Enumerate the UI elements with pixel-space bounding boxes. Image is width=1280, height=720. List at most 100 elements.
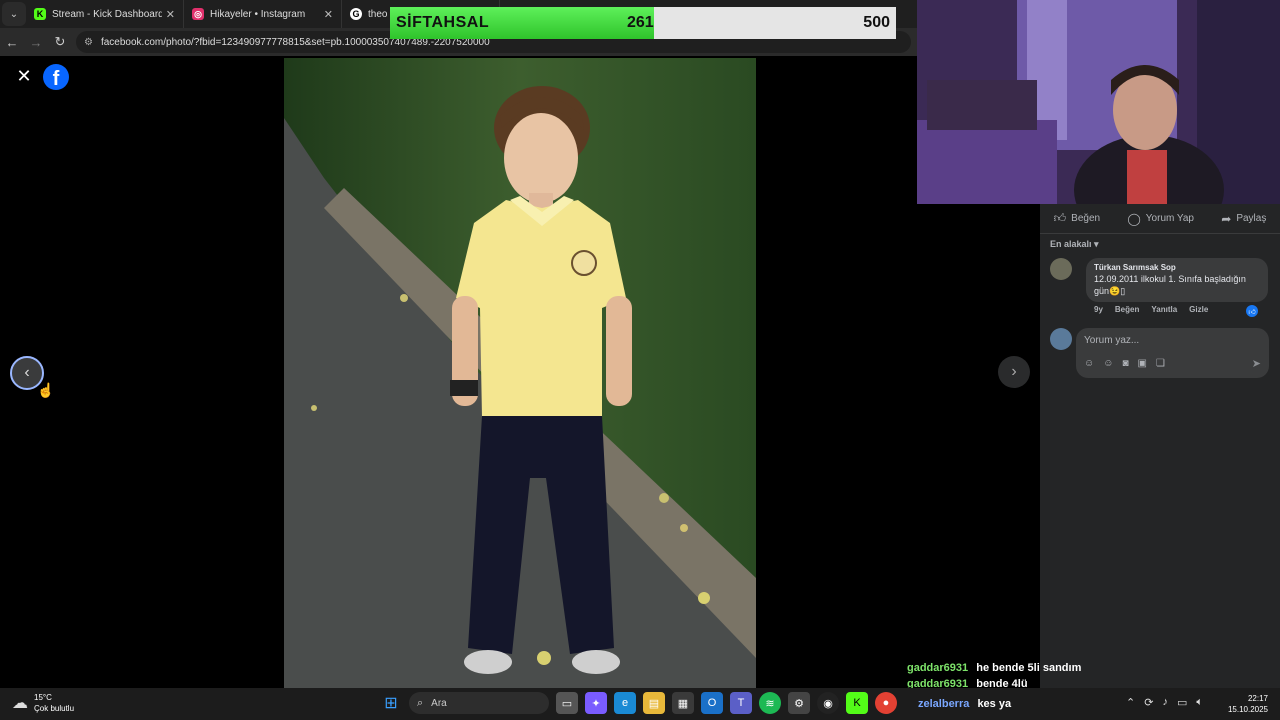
comment-author[interactable]: Türkan Sarımsak Sop xyxy=(1094,263,1260,272)
tab-title: Stream - Kick Dashboard xyxy=(52,8,162,20)
facebook-logo[interactable]: f xyxy=(43,64,69,90)
avatar[interactable] xyxy=(1050,258,1072,280)
send-icon[interactable]: ➤ xyxy=(1252,357,1261,370)
taskbar-search[interactable]: ⌕ Ara xyxy=(409,692,549,714)
edge-icon[interactable]: e xyxy=(614,692,636,714)
sync-icon[interactable]: ⟳ xyxy=(1144,696,1153,709)
tab-instagram[interactable]: ◎ Hikayeler • Instagram ✕ xyxy=(184,0,342,28)
like-reaction-icon[interactable]: 👍︎ xyxy=(1246,305,1258,317)
windows-start-icon[interactable]: ⊞ xyxy=(380,692,402,714)
google-icon: G xyxy=(350,8,362,20)
forward-arrow-icon[interactable]: → xyxy=(24,30,48,54)
comment-input[interactable]: Yorum yaz... ☺ ☺ ◙ ▣ ❏ ➤ xyxy=(1076,328,1269,378)
post-actions: 👍︎ Beğen ◯ Yorum Yap ➦ Paylaş xyxy=(1040,204,1280,234)
comment-meta: 9y Beğen Yanıtla Gizle xyxy=(1094,305,1220,314)
tab-title: Hikayeler • Instagram xyxy=(210,8,306,20)
gif-icon[interactable]: ▣ xyxy=(1137,358,1146,369)
camera-icon[interactable]: ◙ xyxy=(1122,358,1128,369)
system-tray: ⌃ ⟳ ♪ ▭ 🔈︎ xyxy=(1126,696,1212,709)
comment-label: Yorum Yap xyxy=(1145,213,1194,224)
share-button[interactable]: ➦ Paylaş xyxy=(1221,212,1266,226)
settings-icon[interactable]: ⚙ xyxy=(788,692,810,714)
sort-label: En alakalı xyxy=(1050,239,1092,249)
date: 15.10.2025 xyxy=(1227,705,1268,714)
temperature: 15°C xyxy=(34,693,52,702)
outlook-icon[interactable]: O xyxy=(701,692,723,714)
goal-max: 500 xyxy=(863,14,890,31)
weather-condition: Çok bulutlu xyxy=(34,704,75,713)
sticker-icon[interactable]: ❏ xyxy=(1156,358,1165,369)
chrome-icon[interactable]: ● xyxy=(875,692,897,714)
teams-icon[interactable]: T xyxy=(730,692,752,714)
instagram-icon: ◎ xyxy=(192,8,204,20)
hand-cursor-icon: ☝ xyxy=(37,382,55,398)
back-arrow-icon[interactable]: ← xyxy=(0,30,24,54)
obs-icon[interactable]: ◉ xyxy=(817,692,839,714)
store-icon[interactable]: ▦ xyxy=(672,692,694,714)
share-icon: ➦ xyxy=(1221,211,1232,226)
microphone-icon[interactable]: ♪ xyxy=(1162,696,1168,709)
comment-like-link[interactable]: Beğen xyxy=(1115,305,1139,314)
cloud-icon: ☁ xyxy=(12,695,28,712)
chat-username: zelalberra xyxy=(918,698,970,710)
comment-bubble: Türkan Sarımsak Sop 12.09.2011 ilkokul 1… xyxy=(1086,258,1268,302)
spotify-icon[interactable]: ≋ xyxy=(759,692,781,714)
goal-current: 261 xyxy=(627,14,654,31)
composer-tools: ☺ ☺ ◙ ▣ ❏ xyxy=(1084,358,1174,369)
like-label: Beğen xyxy=(1071,213,1101,224)
kick-icon: K xyxy=(34,8,46,20)
time: 22:17 xyxy=(1247,694,1268,703)
avatar[interactable] xyxy=(1050,328,1072,350)
avatar-sticker-icon[interactable]: ☺ xyxy=(1084,358,1094,369)
search-placeholder: Ara xyxy=(431,697,447,709)
speaker-icon[interactable]: 🔈︎ xyxy=(1196,696,1203,709)
folder-icon[interactable]: ▤ xyxy=(643,692,665,714)
close-tab-icon[interactable]: ✕ xyxy=(166,8,175,21)
comment-icon: ◯ xyxy=(1127,211,1141,226)
photo-image xyxy=(284,58,756,688)
windows-taskbar: ☁ 15°C Çok bulutlu ⊞ ⌕ Ara ▭ ✦ e ▤ ▦ O T… xyxy=(0,688,1280,720)
comment-sort-dropdown[interactable]: En alakalı ▾ xyxy=(1050,239,1099,250)
chat-message: zelalberra kes ya xyxy=(918,698,1011,710)
chat-text: he bende 5li sandım xyxy=(976,662,1082,674)
close-tab-icon[interactable]: ✕ xyxy=(324,8,333,21)
goal-label: SİFTAHSAL xyxy=(396,14,490,31)
webcam-image xyxy=(917,0,1280,204)
goal-progress-bar: SİFTAHSAL 261 500 xyxy=(390,7,896,39)
webcam-feed xyxy=(917,0,1280,204)
screen: ⌄ K Stream - Kick Dashboard ✕ ◎ Hikayele… xyxy=(0,0,1280,720)
comment-text: 12.09.2011 ilkokul 1. Sınıfa başladığın … xyxy=(1094,274,1246,296)
chevron-left-icon: ‹ xyxy=(24,364,30,381)
site-settings-icon[interactable]: ⚙ xyxy=(84,37,93,48)
caret-down-icon: ▾ xyxy=(1094,239,1099,249)
chat-message: gaddar6931 he bende 5li sandım xyxy=(907,662,1081,674)
close-icon[interactable]: ✕ xyxy=(14,66,34,86)
chevron-up-icon[interactable]: ⌃ xyxy=(1126,696,1135,709)
next-photo-button[interactable]: › xyxy=(998,356,1030,388)
chevron-right-icon: › xyxy=(1011,363,1017,380)
chat-text: kes ya xyxy=(977,698,1012,710)
comments-panel: 👍︎ Beğen ◯ Yorum Yap ➦ Paylaş En alakalı… xyxy=(1040,204,1280,688)
share-label: Paylaş xyxy=(1236,213,1267,224)
photo xyxy=(284,58,756,688)
clock[interactable]: 22:17 15.10.2025 xyxy=(1226,693,1268,715)
kick-app-icon[interactable]: K xyxy=(846,692,868,714)
comment-button[interactable]: ◯ Yorum Yap xyxy=(1127,212,1194,226)
file-explorer-icon[interactable]: ▭ xyxy=(556,692,578,714)
comment-reply-link[interactable]: Yanıtla xyxy=(1151,305,1177,314)
tab-kick-dashboard[interactable]: K Stream - Kick Dashboard ✕ xyxy=(26,0,184,28)
copilot-icon[interactable]: ✦ xyxy=(585,692,607,714)
comment-input-placeholder: Yorum yaz... xyxy=(1084,335,1140,346)
comment-age[interactable]: 9y xyxy=(1094,305,1103,314)
like-button[interactable]: 👍︎ Beğen xyxy=(1054,211,1100,226)
tab-search-chevron-icon[interactable]: ⌄ xyxy=(2,2,26,26)
comment-hide-link[interactable]: Gizle xyxy=(1189,305,1208,314)
weather-widget[interactable]: ☁ 15°C Çok bulutlu xyxy=(12,692,74,714)
chat-username: gaddar6931 xyxy=(907,662,969,674)
taskbar-apps: ⊞ ⌕ Ara ▭ ✦ e ▤ ▦ O T ≋ ⚙ ◉ K ● xyxy=(380,692,904,714)
search-icon: ⌕ xyxy=(417,696,424,709)
photo-viewer: ✕ f ‹ › ☝ xyxy=(0,56,1040,688)
emoji-icon[interactable]: ☺ xyxy=(1103,358,1113,369)
display-icon[interactable]: ▭ xyxy=(1177,696,1187,709)
reload-icon[interactable]: ↻ xyxy=(48,30,72,54)
